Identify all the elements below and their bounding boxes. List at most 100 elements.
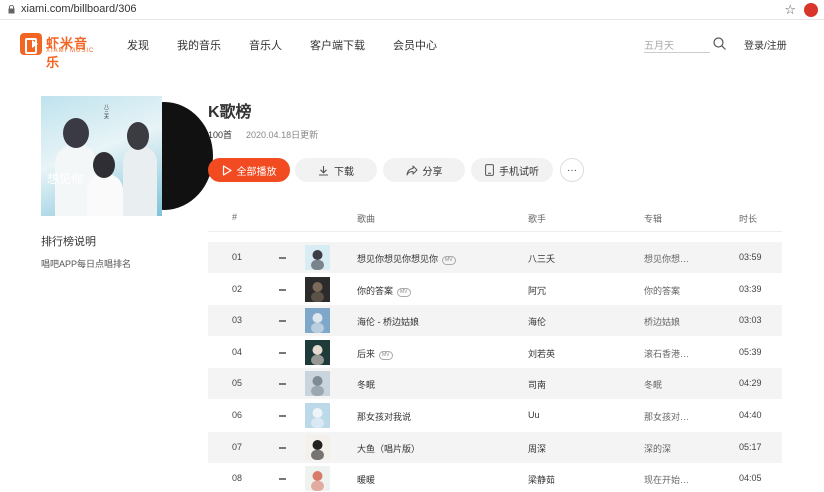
track-number: 02	[232, 283, 243, 294]
main-nav: 发现 我的音乐 音乐人 客户端下载 会员中心	[127, 37, 465, 53]
mv-badge[interactable]: MV	[397, 287, 411, 297]
track-number: 07	[232, 441, 243, 452]
artist-name[interactable]: 周深	[528, 442, 546, 455]
album-name[interactable]: 你的答案	[644, 284, 680, 297]
album-name[interactable]: 冬眠	[644, 378, 662, 391]
artist-name[interactable]: 司南	[528, 378, 546, 391]
mv-badge[interactable]: MV	[442, 256, 456, 265]
track-duration: 05:39	[739, 346, 762, 357]
album-name[interactable]: 想见你想…	[644, 252, 689, 265]
song-title[interactable]: 想见你想见你想见你	[357, 254, 438, 264]
download-icon	[319, 165, 328, 176]
rank-change-icon	[279, 446, 286, 449]
album-name[interactable]: 那女孩对…	[644, 410, 689, 423]
track-number: 06	[232, 410, 243, 420]
nav-musicians[interactable]: 音乐人	[249, 37, 282, 53]
cover-image: 八三夭 想见你	[41, 96, 162, 216]
song-title-cell: 暖暖	[357, 473, 375, 486]
song-title-cell: 海伦 - 桥边姑娘	[357, 315, 419, 328]
artist-name[interactable]: 八三夭	[528, 252, 555, 265]
track-duration: 04:05	[739, 473, 762, 484]
search-input[interactable]: 五月天	[644, 35, 710, 53]
extension-icon[interactable]	[804, 3, 818, 17]
nav-my-music[interactable]: 我的音乐	[177, 37, 221, 53]
song-title-cell: 想见你想见你想见你 MV	[357, 252, 456, 265]
album-name[interactable]: 现在开始…	[644, 473, 689, 486]
track-cover-thumb[interactable]	[305, 276, 330, 302]
xiami-logo[interactable]: 虾米音乐 XIAMI MUSIC	[20, 33, 100, 70]
lock-icon	[8, 5, 15, 14]
address-url[interactable]: xiami.com/billboard/306	[21, 3, 137, 15]
song-title[interactable]: 海伦 - 桥边姑娘	[357, 317, 419, 327]
site-header: 虾米音乐 XIAMI MUSIC 发现 我的音乐 音乐人 客户端下载 会员中心 …	[0, 21, 824, 70]
song-title[interactable]: 大鱼（唱片版）	[357, 444, 420, 454]
table-row[interactable]: 01 想见你想见你想见你 MV 八三夭 想见你想… 03:59	[208, 242, 782, 273]
track-duration: 04:40	[739, 410, 762, 420]
track-duration: 03:39	[739, 283, 762, 294]
track-cover-thumb[interactable]	[305, 403, 330, 428]
song-title-cell: 你的答案 MV	[357, 284, 411, 297]
song-title[interactable]: 你的答案	[357, 286, 393, 296]
song-title[interactable]: 冬眠	[357, 380, 375, 390]
nav-vip-center[interactable]: 会员中心	[393, 37, 437, 53]
share-button[interactable]: 分享	[383, 158, 465, 182]
album-name[interactable]: 滚石香港…	[644, 347, 689, 360]
play-all-label: 全部播放	[236, 166, 277, 178]
song-title[interactable]: 后来	[357, 349, 375, 359]
col-album: 专辑	[644, 214, 663, 224]
table-row[interactable]: 06 那女孩对我说 Uu 那女孩对… 04:40	[208, 400, 782, 431]
browser-address-bar: xiami.com/billboard/306 ☆	[0, 0, 824, 20]
table-row[interactable]: 07 大鱼（唱片版） 周深 深的深 05:17	[208, 431, 782, 463]
rank-change-icon	[279, 478, 286, 481]
artist-name[interactable]: 海伦	[528, 315, 546, 328]
song-title-cell: 那女孩对我说	[357, 410, 411, 423]
artist-name[interactable]: 梁静茹	[528, 473, 555, 486]
rank-change-icon	[279, 351, 286, 354]
bookmark-star-icon[interactable]: ☆	[784, 2, 796, 18]
track-cover-thumb[interactable]	[305, 434, 330, 460]
track-number: 03	[232, 315, 243, 326]
col-duration: 时长	[739, 214, 758, 224]
table-row[interactable]: 08 暖暖 梁静茹 现在开始… 04:05	[208, 463, 782, 492]
track-cover-thumb[interactable]	[305, 245, 330, 270]
track-cover-thumb[interactable]	[305, 371, 330, 397]
track-duration: 05:17	[739, 441, 762, 452]
album-name[interactable]: 桥边姑娘	[644, 315, 680, 328]
artist-name[interactable]: Uu	[528, 410, 540, 420]
artist-name[interactable]: 阿冗	[528, 284, 546, 297]
board-cover[interactable]: 八三夭 想见你	[41, 96, 213, 216]
track-cover-thumb[interactable]	[305, 466, 330, 492]
table-row[interactable]: 02 你的答案 MV 阿冗 你的答案 03:39	[208, 274, 782, 305]
track-duration: 04:29	[739, 378, 762, 389]
track-number: 04	[232, 346, 243, 357]
track-number: 01	[232, 252, 243, 262]
cover-title-text: 想见你	[47, 172, 84, 186]
artist-name[interactable]: 刘若英	[528, 347, 555, 360]
mv-badge[interactable]: MV	[379, 350, 393, 360]
phone-icon	[485, 164, 494, 176]
phone-listen-button[interactable]: 手机试听	[471, 158, 553, 182]
track-cover-thumb[interactable]	[305, 339, 330, 365]
play-icon	[222, 164, 232, 176]
nav-client-download[interactable]: 客户端下载	[310, 37, 365, 53]
board-description-text: 唱吧APP每日点唱排名	[41, 259, 132, 269]
song-title[interactable]: 那女孩对我说	[357, 412, 411, 422]
track-cover-thumb[interactable]	[305, 308, 330, 334]
more-button[interactable]: ···	[560, 158, 584, 182]
album-name[interactable]: 深的深	[644, 442, 671, 455]
table-row[interactable]: 04 后来 MV 刘若英 滚石香港… 05:39	[208, 337, 782, 368]
search-icon[interactable]	[713, 37, 726, 50]
nav-discover[interactable]: 发现	[127, 37, 149, 53]
table-row[interactable]: 03 海伦 - 桥边姑娘 海伦 桥边姑娘 03:03	[208, 305, 782, 337]
song-title[interactable]: 暖暖	[357, 475, 375, 485]
phone-listen-label: 手机试听	[499, 166, 539, 178]
rank-change-icon	[279, 415, 286, 417]
song-title-cell: 大鱼（唱片版）	[357, 442, 420, 455]
logo-mark-icon	[20, 33, 42, 55]
download-button[interactable]: 下载	[295, 158, 377, 182]
table-row[interactable]: 05 冬眠 司南 冬眠 04:29	[208, 368, 782, 400]
page-title: K歌榜	[208, 104, 252, 121]
play-all-button[interactable]: 全部播放	[208, 158, 290, 182]
login-register-link[interactable]: 登录/注册	[744, 37, 787, 52]
rank-change-icon	[279, 288, 286, 291]
